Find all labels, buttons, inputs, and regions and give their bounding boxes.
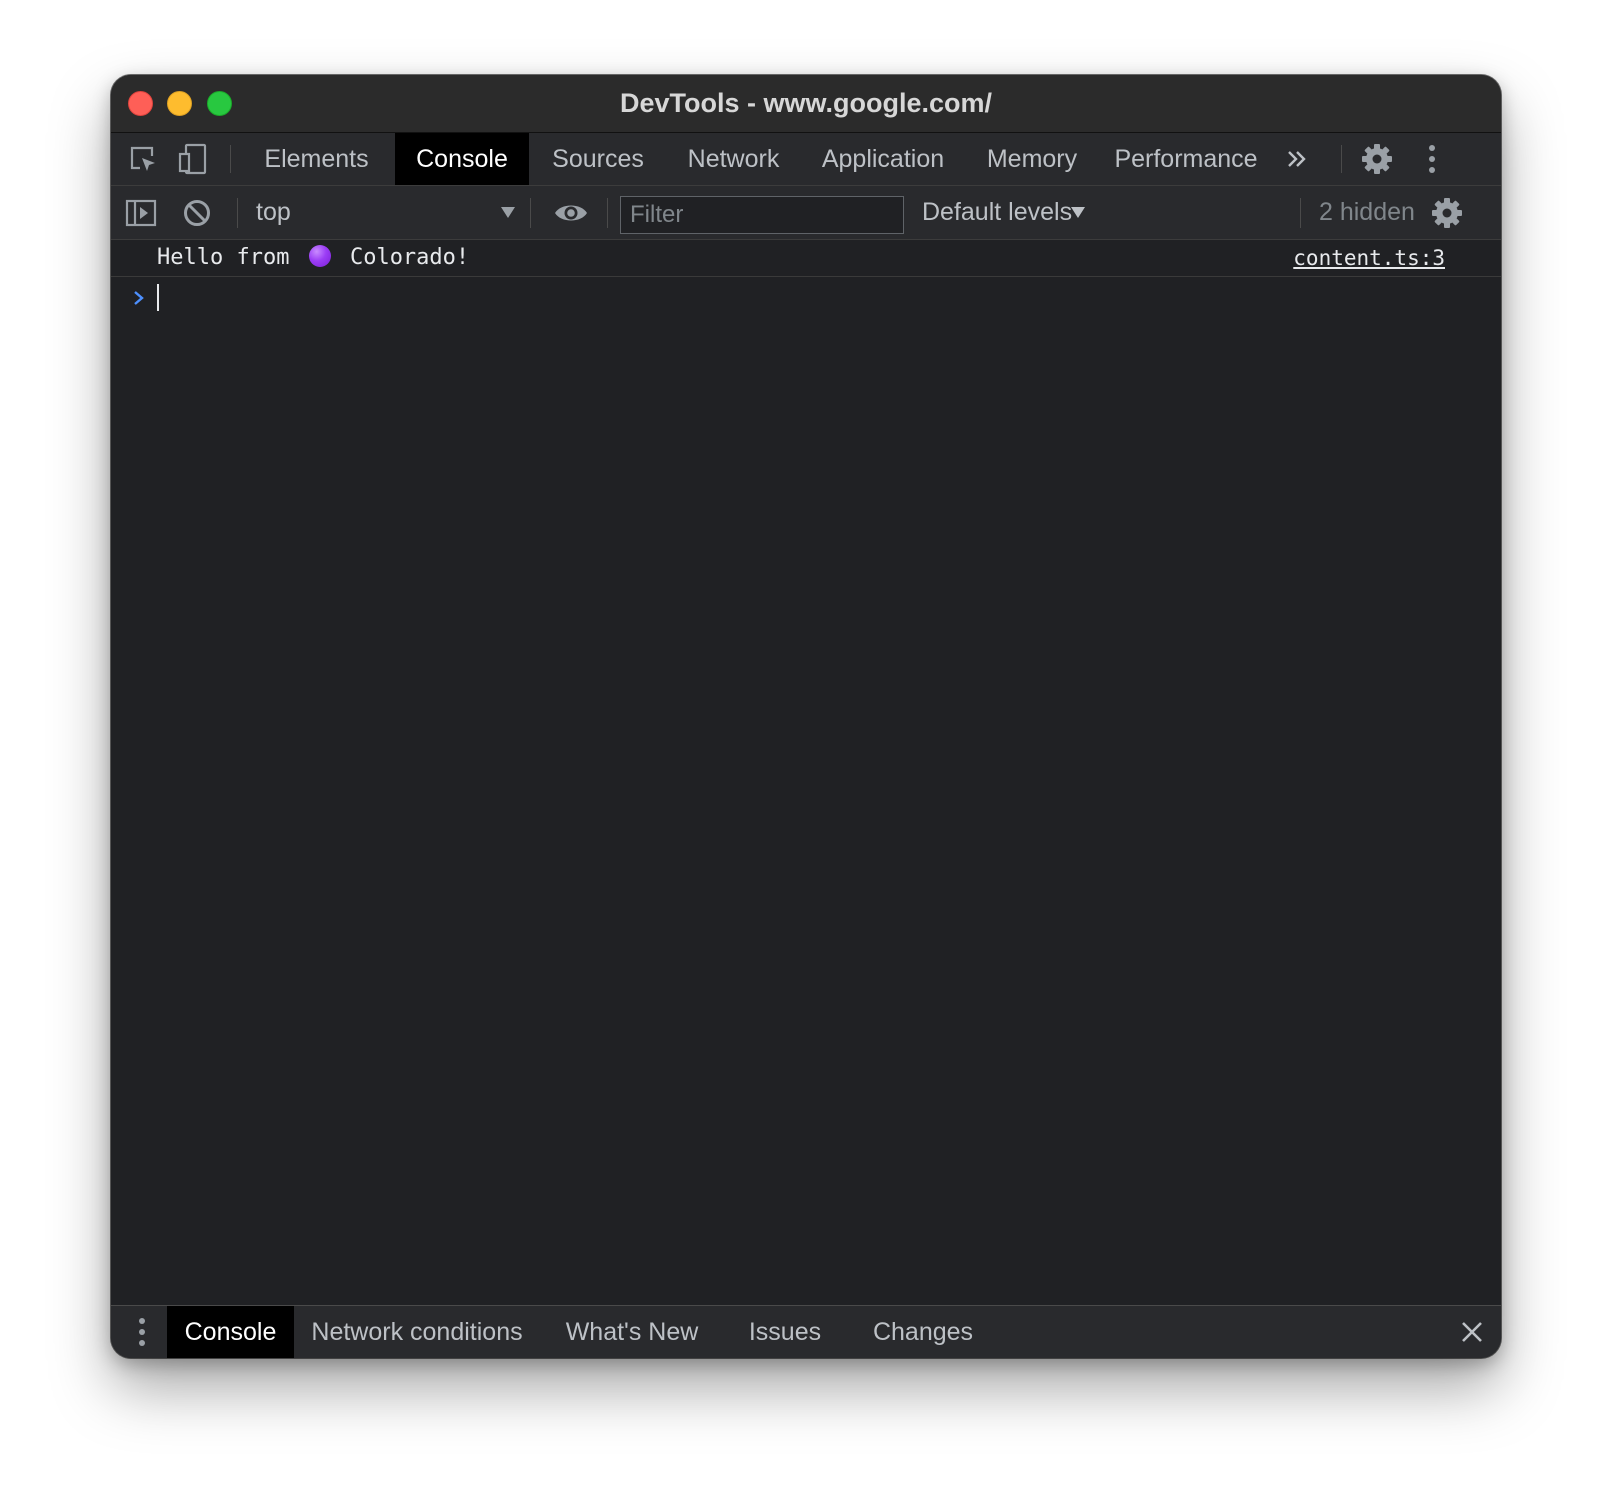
tab-console[interactable]: Console — [395, 133, 529, 185]
inspect-element-icon[interactable] — [125, 133, 161, 185]
drawer-tab-bar: Console Network conditions What's New Is… — [111, 1305, 1501, 1358]
toolbar-separator — [607, 198, 608, 228]
filter-input[interactable] — [620, 196, 904, 234]
more-options-kebab-icon[interactable] — [1417, 133, 1447, 185]
console-input-cursor[interactable] — [157, 284, 159, 311]
tab-elements[interactable]: Elements — [244, 133, 389, 185]
context-dropdown-caret-icon[interactable] — [501, 207, 515, 218]
window-title: DevTools - www.google.com/ — [619, 88, 993, 118]
console-settings-gear-icon[interactable] — [1427, 186, 1467, 239]
settings-gear-icon[interactable] — [1357, 133, 1397, 185]
message-source-link[interactable]: content.ts:3 — [1293, 240, 1445, 276]
console-toolbar: top Default levels 2 hidden — [111, 186, 1501, 240]
log-levels-dropdown[interactable]: Default levels — [922, 186, 1072, 239]
drawer-tab-changes[interactable]: Changes — [848, 1306, 998, 1358]
toolbar-separator — [237, 198, 238, 228]
levels-dropdown-caret-icon[interactable] — [1071, 207, 1085, 218]
purple-circle-emoji-icon — [308, 245, 331, 267]
main-tab-bar: Elements Console Sources Network Applica… — [111, 133, 1501, 186]
drawer-menu-kebab-icon[interactable] — [129, 1306, 155, 1358]
tab-application[interactable]: Application — [800, 133, 966, 185]
toolbar-separator — [1341, 145, 1342, 173]
close-drawer-icon[interactable] — [1454, 1306, 1490, 1358]
console-message: Hello from Colorado! content.ts:3 — [111, 240, 1501, 277]
more-tabs-chevron-icon[interactable] — [1279, 133, 1315, 185]
tab-performance[interactable]: Performance — [1098, 133, 1274, 185]
console-prompt-chevron-icon — [127, 280, 151, 316]
show-sidebar-icon[interactable] — [123, 186, 159, 239]
console-messages[interactable]: Hello from Colorado! content.ts:3 — [111, 240, 1501, 1270]
title-bar[interactable]: DevTools - www.google.com/ — [111, 75, 1501, 133]
drawer-tab-console[interactable]: Console — [167, 1306, 294, 1358]
tab-network[interactable]: Network — [667, 133, 800, 185]
toolbar-separator — [530, 198, 531, 228]
tab-memory[interactable]: Memory — [966, 133, 1098, 185]
toolbar-separator — [230, 145, 231, 173]
drawer-tab-issues[interactable]: Issues — [722, 1306, 848, 1358]
clear-console-icon[interactable] — [179, 186, 215, 239]
drawer-tab-whats-new[interactable]: What's New — [542, 1306, 722, 1358]
live-expression-eye-icon[interactable] — [551, 186, 591, 239]
context-selector[interactable]: top — [256, 186, 291, 239]
console-message-text: Hello from Colorado! — [157, 240, 469, 276]
message-suffix: Colorado! — [349, 245, 470, 270]
toolbar-separator — [1300, 198, 1301, 228]
drawer-tab-network-conditions[interactable]: Network conditions — [294, 1306, 540, 1358]
hidden-messages-count: 2 hidden — [1319, 198, 1415, 226]
tab-sources[interactable]: Sources — [529, 133, 667, 185]
devtools-window: DevTools - www.google.com/ Elements Cons… — [111, 75, 1501, 1358]
device-toolbar-icon[interactable] — [175, 133, 211, 185]
message-prefix: Hello from — [157, 245, 290, 270]
